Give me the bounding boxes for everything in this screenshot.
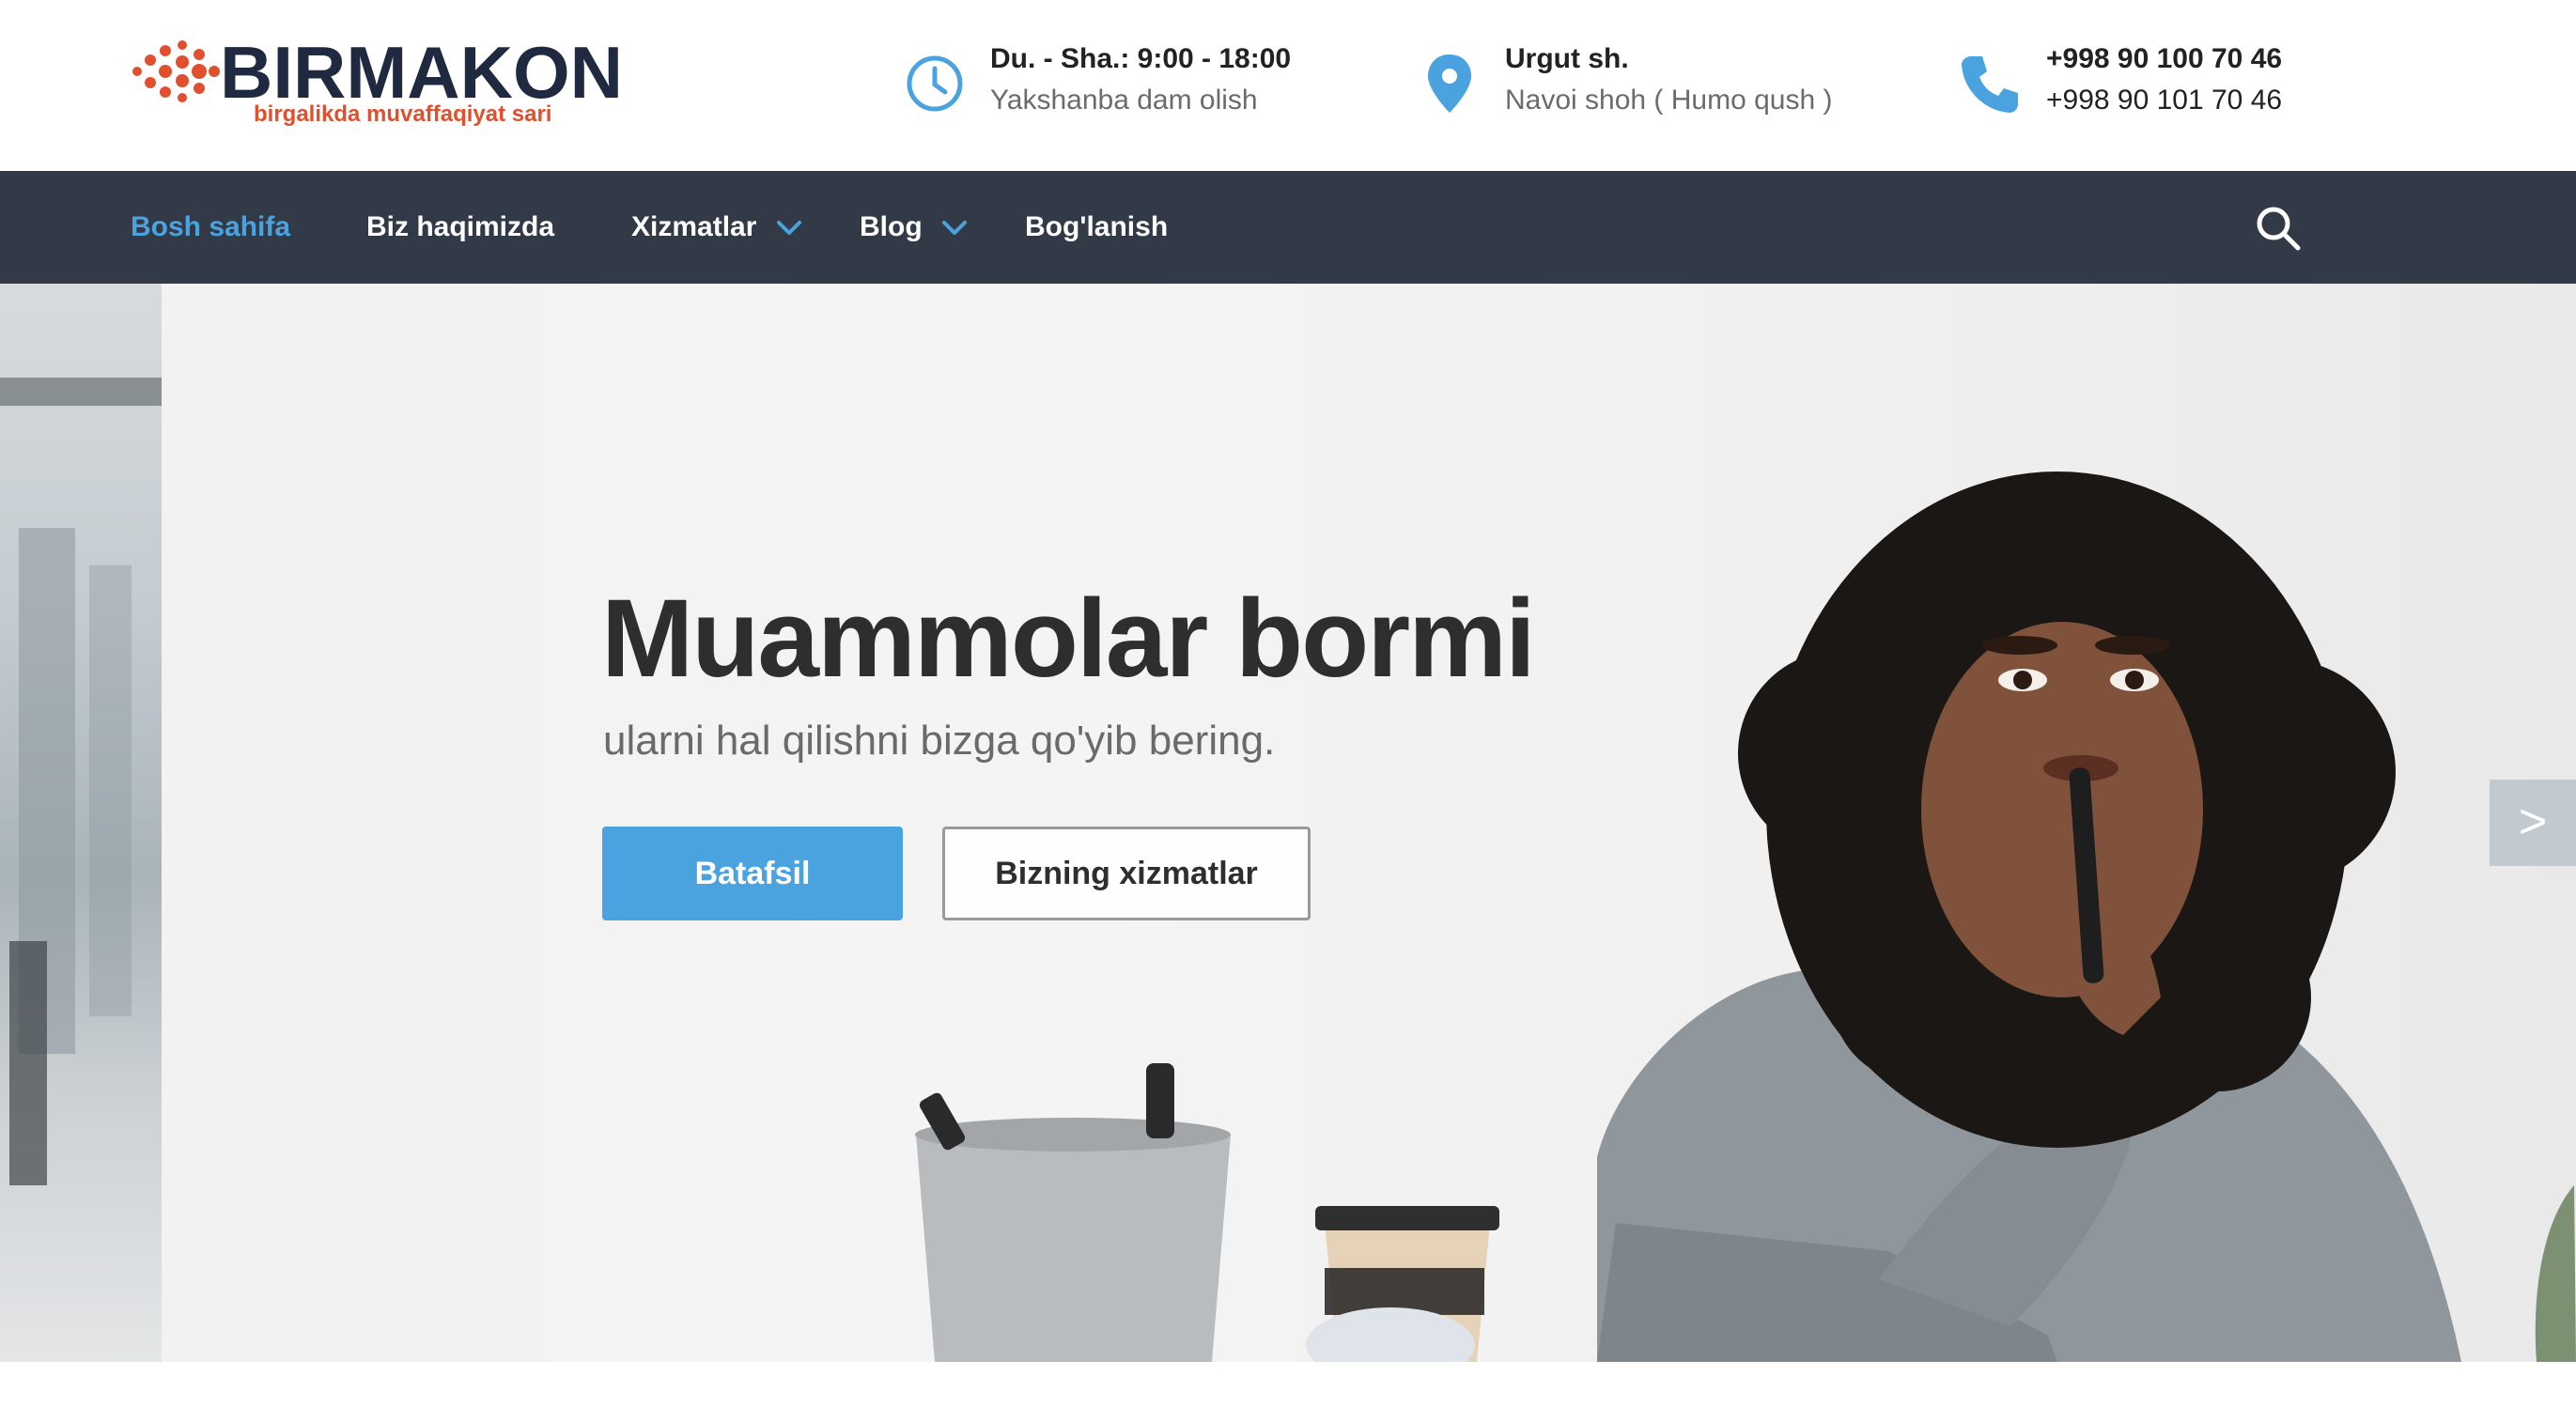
nav-item-contact[interactable]: Bog'lanish xyxy=(1025,171,1168,284)
nav-item-blog[interactable]: Blog xyxy=(860,171,968,284)
chevron-down-icon xyxy=(776,221,801,236)
phone-icon xyxy=(1962,56,2018,113)
chevron-down-icon xyxy=(942,221,967,236)
nav-item-label: Bosh sahifa xyxy=(131,211,291,242)
address-street: Navoi shoh ( Humo qush ) xyxy=(1505,85,1833,116)
top-header: BIRMAKON birgalikda muvaffaqiyat sari Du… xyxy=(0,0,2576,171)
nav-item-label: Biz haqimizda xyxy=(366,211,555,242)
brand-tagline: birgalikda muvaffaqiyat sari xyxy=(254,101,552,127)
logo-dots-icon xyxy=(132,40,220,102)
hero-title: Muammolar bormi xyxy=(601,577,1536,701)
phone-secondary[interactable]: +998 90 101 70 46 xyxy=(2046,85,2282,116)
nav-item-home[interactable]: Bosh sahifa xyxy=(131,171,290,284)
details-button[interactable]: Batafsil xyxy=(602,827,903,920)
hours-weekdays: Du. - Sha.: 9:00 - 18:00 xyxy=(990,43,1292,74)
main-navigation: Bosh sahifa Biz haqimizda Xizmatlar Blog… xyxy=(0,171,2576,284)
nav-item-label: Blog xyxy=(860,211,923,242)
hero-subtitle: ularni hal qilishni bizga qo'yib bering. xyxy=(603,718,1276,764)
nav-item-services[interactable]: Xizmatlar xyxy=(631,171,802,284)
phone-primary[interactable]: +998 90 100 70 46 xyxy=(2046,43,2282,75)
next-slide-button[interactable]: > xyxy=(2490,780,2576,866)
brand-logo[interactable]: BIRMAKON birgalikda muvaffaqiyat sari xyxy=(130,30,623,133)
search-icon[interactable] xyxy=(2255,205,2302,252)
hero-woman-illustration xyxy=(915,471,2576,1362)
hours-weekend: Yakshanba dam olish xyxy=(990,85,1258,116)
nav-item-about[interactable]: Biz haqimizda xyxy=(366,171,554,284)
nav-item-label: Xizmatlar xyxy=(631,211,757,242)
page-bottom-area xyxy=(0,1362,2576,1422)
clock-icon xyxy=(907,55,963,112)
our-services-button[interactable]: Bizning xizmatlar xyxy=(942,827,1311,920)
nav-item-label: Bog'lanish xyxy=(1025,211,1169,242)
map-pin-icon xyxy=(1428,54,1471,113)
hero-slider: Muammolar bormi ularni hal qilishni bizg… xyxy=(0,284,2576,1362)
address-city: Urgut sh. xyxy=(1505,43,1629,74)
